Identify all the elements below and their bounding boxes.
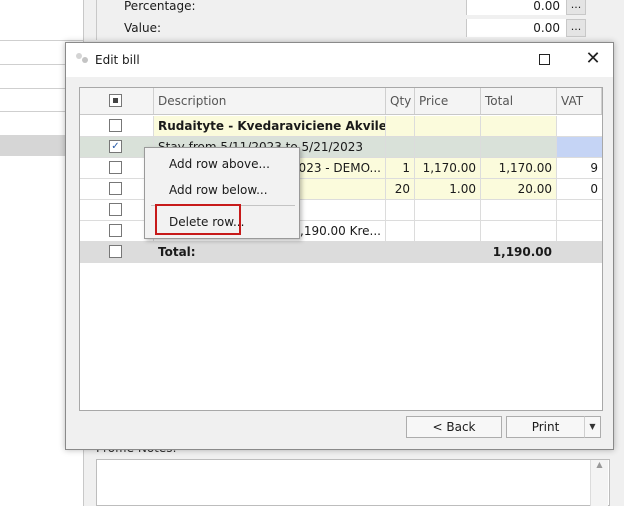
row-total[interactable]: 1,170.00 [481,158,557,178]
row-checkbox[interactable] [109,161,122,174]
column-header-description[interactable]: Description [154,88,386,114]
row-price[interactable] [415,221,481,241]
notes-scrollbar[interactable]: ▲ [590,460,608,506]
notes-textarea[interactable] [96,459,610,506]
value-ellipsis-button[interactable]: ... [566,19,586,37]
row-vat[interactable] [557,221,602,241]
row-total[interactable] [481,116,557,136]
column-header-total[interactable]: Total [481,88,557,114]
menu-item-add-row-above[interactable]: Add row above... [145,153,299,175]
row-qty[interactable] [386,116,415,136]
row-qty[interactable] [386,200,415,220]
row-vat[interactable] [557,200,602,220]
value-field[interactable]: 0.00 [466,19,566,37]
row-total[interactable] [481,221,557,241]
total-label: Total: [154,242,386,262]
dialog-title: Edit bill [95,53,140,67]
row-total[interactable] [481,137,557,157]
dialog-titlebar: Edit bill ✕ [66,43,613,77]
percentage-ellipsis-button[interactable]: ... [566,0,586,15]
row-vat[interactable] [557,137,602,157]
bill-grid[interactable]: Description Qty Price Total VAT Rudaityt… [79,87,603,411]
total-row: Total: 1,190.00 [80,242,602,263]
row-qty[interactable] [386,137,415,157]
row-price[interactable] [415,137,481,157]
row-total[interactable] [481,200,557,220]
delete-row-highlight-box [155,204,241,235]
row-checkbox[interactable] [109,203,122,216]
back-button[interactable]: < Back [406,416,502,438]
row-qty[interactable]: 20 [386,179,415,199]
close-button[interactable]: ✕ [578,49,608,71]
percentage-field[interactable]: 0.00 [466,0,566,15]
row-vat[interactable]: 9 [557,158,602,178]
column-header-qty[interactable]: Qty [386,88,415,114]
maximize-icon [539,54,550,65]
inner-divider [96,0,97,40]
maximize-button[interactable] [530,49,560,71]
column-header-vat[interactable]: VAT [557,88,602,114]
row-description[interactable]: Rudaityte - Kvedaraviciene Akvile [154,116,386,136]
grid-header: Description Qty Price Total VAT [80,88,602,115]
row-price[interactable] [415,200,481,220]
row-total[interactable]: 20.00 [481,179,557,199]
column-header-price[interactable]: Price [415,88,481,114]
left-list-divider [0,40,84,41]
row-price[interactable]: 1,170.00 [415,158,481,178]
row-checkbox[interactable] [109,119,122,132]
print-dropdown-button[interactable]: ▼ [584,416,601,438]
select-all-checkbox[interactable] [109,94,122,107]
row-checkbox[interactable] [109,224,122,237]
header-select-all[interactable] [80,88,154,114]
chevron-down-icon: ▼ [589,422,596,431]
row-context-menu: Add row above... Add row below... Delete… [144,147,300,239]
app-icon [74,51,92,69]
row-checkbox-checked[interactable]: ✓ [109,140,122,153]
row-price[interactable]: 1.00 [415,179,481,199]
value-label: Value: [124,21,161,35]
row-vat[interactable]: 0 [557,179,602,199]
table-row[interactable]: Rudaityte - Kvedaraviciene Akvile [80,116,602,137]
row-qty[interactable]: 1 [386,158,415,178]
total-row-checkbox[interactable] [109,245,122,258]
row-price[interactable] [415,116,481,136]
percentage-label: Percentage: [124,0,196,13]
total-value: 1,190.00 [481,242,557,262]
print-button[interactable]: Print [506,416,585,438]
edit-bill-dialog: Edit bill ✕ Description Qty Price Total … [65,42,614,450]
row-qty[interactable] [386,221,415,241]
row-checkbox[interactable] [109,182,122,195]
row-vat[interactable] [557,116,602,136]
close-icon: ✕ [585,48,601,69]
menu-item-add-row-below[interactable]: Add row below... [145,179,299,201]
